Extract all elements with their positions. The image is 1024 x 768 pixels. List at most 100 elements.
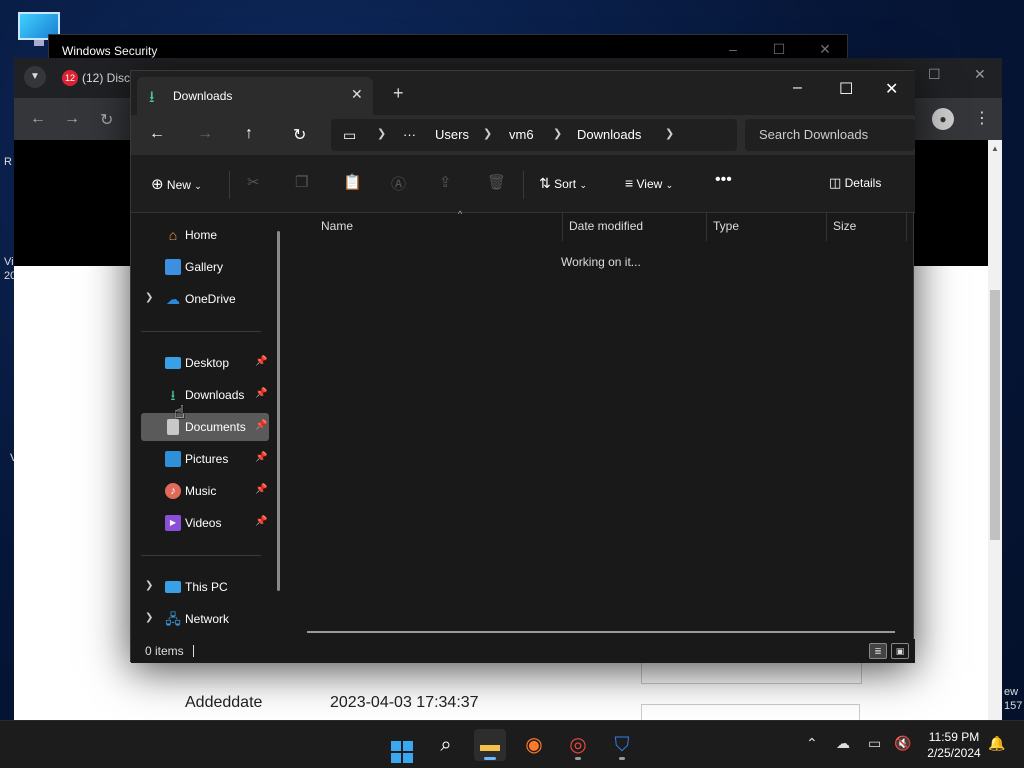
more-vert-icon[interactable]: ⋮ bbox=[974, 108, 990, 128]
column-header-name[interactable]: Name ^ bbox=[315, 209, 563, 241]
onedrive-icon[interactable]: ☁ bbox=[836, 735, 850, 752]
nav-label: OneDrive bbox=[185, 292, 236, 306]
column-header-size[interactable]: Size bbox=[827, 213, 907, 241]
copy-icon[interactable]: ❐ bbox=[295, 173, 308, 191]
nav-item-music[interactable]: ♪ Music 📌 bbox=[141, 477, 269, 505]
chevron-right-icon[interactable]: ❯ bbox=[665, 127, 674, 140]
nav-item-network[interactable]: ❯ 🖧 Network bbox=[141, 605, 269, 633]
column-header-date-modified[interactable]: Date modified bbox=[563, 213, 707, 241]
home-icon: ⌂ bbox=[168, 227, 178, 243]
paste-icon[interactable]: 📋 bbox=[343, 173, 362, 191]
rename-icon[interactable]: Ⓐ bbox=[391, 173, 406, 194]
chevron-up-icon[interactable]: ⌃ bbox=[806, 735, 818, 752]
cut-icon[interactable]: ✂ bbox=[247, 173, 260, 191]
computer-icon bbox=[165, 581, 181, 593]
nav-item-home[interactable]: ⌂ Home bbox=[141, 221, 269, 249]
chevron-right-icon[interactable]: ❯ bbox=[553, 127, 562, 140]
close-icon[interactable]: ✕ bbox=[885, 79, 898, 99]
desktop-text: R bbox=[4, 156, 12, 168]
chevron-right-icon[interactable]: ❯ bbox=[145, 612, 153, 623]
desktop-text: 157 bbox=[1004, 700, 1023, 712]
chevron-down-icon[interactable]: ▼ bbox=[24, 66, 46, 88]
scrollbar[interactable]: ▲ bbox=[988, 140, 1002, 720]
firefox-icon[interactable]: ◉ bbox=[518, 729, 550, 761]
explorer-tab-downloads[interactable]: ⭳ Downloads ✕ bbox=[137, 77, 373, 115]
close-icon[interactable]: ✕ bbox=[813, 41, 837, 59]
nav-item-desktop[interactable]: Desktop 📌 bbox=[141, 349, 269, 377]
search-input[interactable]: Search Downloads bbox=[745, 119, 915, 151]
minimize-icon[interactable]: – bbox=[721, 41, 745, 59]
nav-item-gallery[interactable]: Gallery bbox=[141, 253, 269, 281]
minimize-icon[interactable]: – bbox=[793, 79, 802, 97]
details-view-icon[interactable]: ≣ bbox=[869, 643, 887, 659]
delete-icon[interactable]: 🗑 bbox=[487, 173, 506, 191]
profile-icon[interactable]: ● bbox=[932, 108, 954, 130]
view-button[interactable]: ≡ View ⌄ bbox=[625, 175, 673, 191]
chevron-right-icon[interactable]: ❯ bbox=[483, 127, 492, 140]
details-button[interactable]: ◫ Details bbox=[829, 175, 881, 191]
nav-item-downloads[interactable]: ⭳ Downloads 📌 bbox=[141, 381, 269, 409]
sort-button[interactable]: ⇅ Sort ⌄ bbox=[539, 175, 587, 192]
chevron-right-icon[interactable]: ❯ bbox=[145, 292, 153, 303]
clock-time: 11:59 PM bbox=[928, 730, 980, 744]
breadcrumb-users[interactable]: Users bbox=[435, 127, 469, 142]
maximize-icon[interactable]: ☐ bbox=[767, 41, 791, 59]
reload-icon[interactable]: ↻ bbox=[100, 110, 113, 130]
more-icon[interactable]: ··· bbox=[403, 127, 416, 142]
desktop-text: ew bbox=[1004, 686, 1019, 698]
start-icon[interactable] bbox=[386, 729, 418, 763]
back-icon[interactable]: ← bbox=[149, 125, 165, 143]
clock[interactable]: 11:59 PM 2/25/2024 bbox=[922, 729, 986, 761]
network-status-icon[interactable]: ▭ bbox=[868, 735, 881, 752]
pin-icon[interactable]: 📌 bbox=[255, 484, 267, 495]
chevron-right-icon[interactable]: ❯ bbox=[145, 580, 153, 591]
nav-label: Home bbox=[185, 228, 218, 242]
taskbar: ⌕ ▬ ◉ ◎ ⛉ ⌃ ☁ ▭ 🔇 11:59 PM 2/25/2024 🔔 bbox=[0, 720, 1024, 768]
horizontal-scrollbar[interactable] bbox=[307, 631, 895, 633]
command-bar: ⊕ New ⌄ ✂ ❐ 📋 Ⓐ ⇪ 🗑 ⇅ Sort ⌄ ≡ View ⌄ ••… bbox=[131, 155, 915, 213]
refresh-icon[interactable]: ↻ bbox=[293, 125, 306, 145]
nav-item-pictures[interactable]: Pictures 📌 bbox=[141, 445, 269, 473]
new-button[interactable]: ⊕ New ⌄ bbox=[151, 175, 202, 193]
file-explorer-icon[interactable]: ▬ bbox=[474, 729, 506, 761]
computer-icon[interactable]: ▭ bbox=[343, 127, 356, 144]
details-pane-icon: ◫ bbox=[829, 175, 842, 190]
notification-bell-icon[interactable]: 🔔 bbox=[988, 735, 1005, 752]
pin-icon[interactable]: 📌 bbox=[255, 356, 267, 367]
scrollbar[interactable] bbox=[277, 231, 280, 591]
nav-item-documents[interactable]: Documents 📌 bbox=[141, 413, 269, 441]
close-icon[interactable]: ✕ bbox=[974, 66, 986, 83]
nav-label: Music bbox=[185, 484, 217, 498]
breadcrumb-downloads[interactable]: Downloads bbox=[577, 127, 641, 142]
chrome-icon[interactable]: ◎ bbox=[562, 729, 594, 761]
pin-icon[interactable]: 📌 bbox=[255, 420, 267, 431]
search-icon[interactable]: ⌕ bbox=[430, 729, 462, 761]
back-icon[interactable]: ← bbox=[30, 110, 46, 128]
sort-arrow-icon: ^ bbox=[458, 209, 463, 219]
windows-security-icon[interactable]: ⛉ bbox=[606, 729, 638, 761]
volume-muted-icon[interactable]: 🔇 bbox=[894, 735, 911, 752]
pin-icon[interactable]: 📌 bbox=[255, 516, 267, 527]
maximize-icon[interactable]: ☐ bbox=[839, 79, 853, 99]
chevron-right-icon[interactable]: ❯ bbox=[377, 127, 386, 140]
new-tab-icon[interactable]: + bbox=[393, 83, 404, 104]
breadcrumb[interactable]: ▭ ❯ ··· Users ❯ vm6 ❯ Downloads ❯ bbox=[331, 119, 737, 151]
column-header-type[interactable]: Type bbox=[707, 213, 827, 241]
pin-icon[interactable]: 📌 bbox=[255, 388, 267, 399]
cloud-icon: ☁ bbox=[166, 291, 180, 307]
close-tab-icon[interactable]: ✕ bbox=[351, 86, 363, 103]
nav-item-onedrive[interactable]: ❯ ☁ OneDrive bbox=[141, 285, 269, 313]
breadcrumb-vm6[interactable]: vm6 bbox=[509, 127, 534, 142]
share-icon[interactable]: ⇪ bbox=[439, 173, 452, 191]
up-icon[interactable]: ↑ bbox=[245, 125, 253, 143]
more-icon[interactable]: ••• bbox=[715, 171, 732, 189]
nav-item-this-pc[interactable]: ❯ This PC bbox=[141, 573, 269, 601]
tiles-view-icon[interactable]: ▣ bbox=[891, 643, 909, 659]
pin-icon[interactable]: 📌 bbox=[255, 452, 267, 463]
forward-icon[interactable]: → bbox=[197, 125, 213, 143]
nav-item-videos[interactable]: ▶ Videos 📌 bbox=[141, 509, 269, 537]
network-icon: 🖧 bbox=[165, 611, 181, 627]
maximize-icon[interactable]: ☐ bbox=[928, 66, 941, 83]
tab-title: (12) Disc bbox=[82, 71, 131, 85]
forward-icon[interactable]: → bbox=[64, 110, 80, 128]
